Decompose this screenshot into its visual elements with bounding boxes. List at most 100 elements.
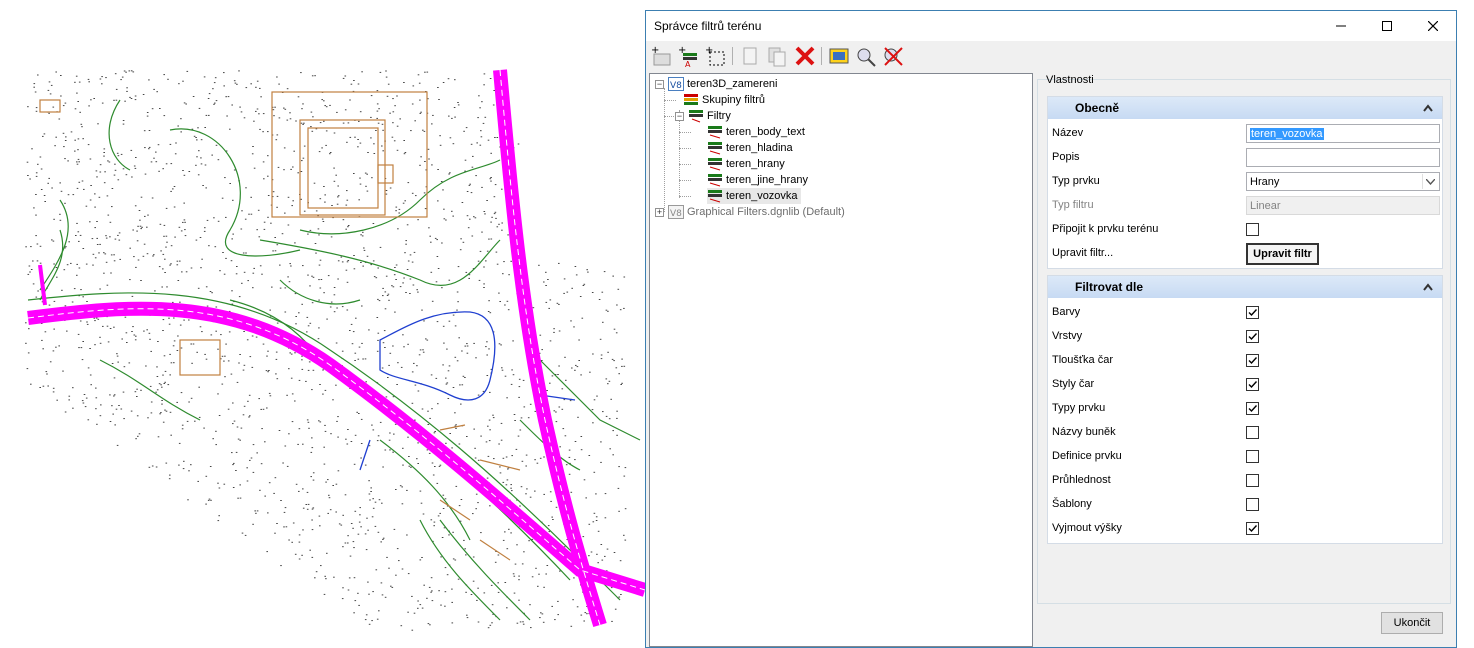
filter-by-checkbox[interactable] (1246, 306, 1259, 319)
tree-node-root[interactable]: V8 teren3D_zamereni (668, 76, 778, 92)
new-group-button[interactable]: + (649, 44, 673, 68)
filter-folder-icon (689, 110, 703, 123)
filter-by-checkbox[interactable] (1246, 354, 1259, 367)
filter-by-checkbox[interactable] (1246, 474, 1259, 487)
filter-by-checkbox[interactable] (1246, 330, 1259, 343)
description-label: Popis (1052, 151, 1080, 163)
element-type-value: Hrany (1250, 175, 1280, 188)
filter-by-section-title: Filtrovat dle (1075, 280, 1144, 294)
close-icon (1428, 21, 1438, 31)
filter-by-section-header[interactable]: Filtrovat dle (1048, 276, 1442, 298)
filter-by-checkbox[interactable] (1246, 402, 1259, 415)
copy-button[interactable] (738, 44, 762, 68)
tree-node-filter[interactable]: teren_body_text (707, 124, 805, 140)
filter-by-label: Barvy (1052, 306, 1081, 318)
attach-to-terrain-label: Připojit k prvku terénu (1052, 223, 1159, 235)
filter-by-label: Názvy buněk (1052, 426, 1116, 438)
general-section: Obecně Název teren_vozovka Popis Typ prv… (1047, 96, 1443, 269)
new-graphical-filter-button[interactable]: + (703, 44, 727, 68)
close-dialog-button[interactable]: Ukončit (1381, 612, 1443, 634)
filter-by-checkbox[interactable] (1246, 378, 1259, 391)
general-section-header[interactable]: Obecně (1048, 97, 1442, 119)
terrain-filter-manager-dialog: Správce filtrů terénu + + A + − V8 teren… (645, 10, 1457, 648)
tree-node-filters-label: Filtry (707, 110, 731, 122)
description-field[interactable] (1246, 148, 1440, 167)
tree-node-filter-label: teren_jine_hrany (726, 174, 808, 186)
svg-text:A: A (685, 60, 691, 67)
name-field[interactable]: teren_vozovka (1246, 124, 1440, 143)
filter-by-checkbox[interactable] (1246, 426, 1259, 439)
collapse-root-toggle[interactable]: − (655, 80, 664, 89)
filter-icon (708, 158, 722, 171)
chevron-up-icon[interactable] (1422, 102, 1434, 114)
copy-icon (743, 47, 757, 65)
buildings (39, 91, 521, 561)
chevron-up-icon[interactable] (1422, 281, 1434, 293)
tree-node-filter-selected[interactable]: teren_vozovka (707, 188, 801, 204)
zoom-icon (857, 48, 876, 67)
paste-icon (768, 47, 786, 67)
clear-button[interactable] (881, 44, 905, 68)
tree-node-filter[interactable]: teren_hrany (707, 156, 785, 172)
checkmark-icon (1248, 309, 1258, 317)
filter-icon (708, 174, 722, 187)
filter-by-label: Vrstvy (1052, 330, 1083, 342)
cad-drawing-view[interactable] (0, 0, 648, 648)
edit-filter-label: Upravit filtr... (1052, 247, 1114, 259)
properties-label: Vlastnosti (1046, 74, 1094, 86)
preview-icon (829, 48, 849, 64)
filter-by-label: Styly čar (1052, 378, 1095, 390)
svg-text:V8: V8 (670, 81, 682, 91)
delete-button[interactable] (793, 44, 817, 68)
svg-text:+: + (651, 45, 659, 56)
filter-by-checkbox[interactable] (1246, 498, 1259, 511)
minimize-button[interactable] (1318, 11, 1364, 41)
tree-node-library[interactable]: V8 Graphical Filters.dgnlib (Default) (668, 204, 845, 220)
paste-button[interactable] (765, 44, 789, 68)
new-filter-button[interactable]: + A (676, 44, 700, 68)
filter-group-icon (684, 94, 698, 105)
filter-by-section: Filtrovat dle Barvy Vrstvy Tloušťka čar Sty… (1047, 275, 1443, 544)
filter-by-label: Průhlednost (1052, 474, 1111, 486)
name-label: Název (1052, 127, 1084, 139)
collapse-filters-toggle[interactable]: − (675, 112, 684, 121)
filter-tree[interactable]: − V8 teren3D_zamereni Skupiny filtrů − F… (649, 73, 1033, 647)
filter-by-checkbox[interactable] (1246, 450, 1259, 463)
filter-by-label: Definice prvku (1052, 450, 1122, 462)
expand-library-toggle[interactable]: + (655, 208, 664, 217)
checkmark-icon (1248, 357, 1258, 365)
attach-to-terrain-checkbox[interactable] (1246, 223, 1259, 236)
filter-icon (708, 142, 722, 155)
svg-text:+: + (705, 45, 713, 56)
tree-node-filter[interactable]: teren_hladina (707, 140, 793, 156)
tree-node-filter[interactable]: teren_jine_hrany (707, 172, 808, 188)
title-bar[interactable]: Správce filtrů terénu (646, 11, 1456, 41)
edit-filter-button[interactable]: Upravit filtr (1246, 243, 1319, 265)
zoom-button[interactable] (854, 44, 878, 68)
preview-button[interactable] (827, 44, 851, 68)
clear-icon (884, 47, 903, 66)
new-graphical-filter-icon: + (705, 45, 725, 66)
element-type-label: Typ prvku (1052, 175, 1100, 187)
minimize-icon (1336, 25, 1346, 27)
svg-text:V8: V8 (670, 209, 682, 219)
filter-by-checkbox[interactable] (1246, 522, 1259, 535)
new-filter-icon: +A (678, 45, 697, 67)
maximize-button[interactable] (1364, 11, 1410, 41)
element-type-dropdown[interactable]: Hrany (1246, 172, 1440, 191)
general-section-title: Obecně (1075, 101, 1120, 115)
tree-node-filter-label: teren_hladina (726, 142, 793, 154)
delete-icon (795, 46, 815, 66)
checkmark-icon (1248, 525, 1258, 533)
tree-node-groups[interactable]: Skupiny filtrů (683, 92, 765, 108)
filter-by-label: Šablony (1052, 498, 1092, 510)
close-button[interactable] (1410, 11, 1456, 41)
tree-node-filters[interactable]: Filtry (688, 108, 731, 124)
tree-node-filter-label: teren_vozovka (726, 190, 798, 202)
name-field-value: teren_vozovka (1250, 127, 1324, 140)
toolbar: + + A + (646, 41, 1456, 71)
maximize-icon (1382, 21, 1392, 31)
checkmark-icon (1248, 381, 1258, 389)
filter-type-field: Linear (1246, 196, 1440, 215)
checkmark-icon (1248, 333, 1258, 341)
